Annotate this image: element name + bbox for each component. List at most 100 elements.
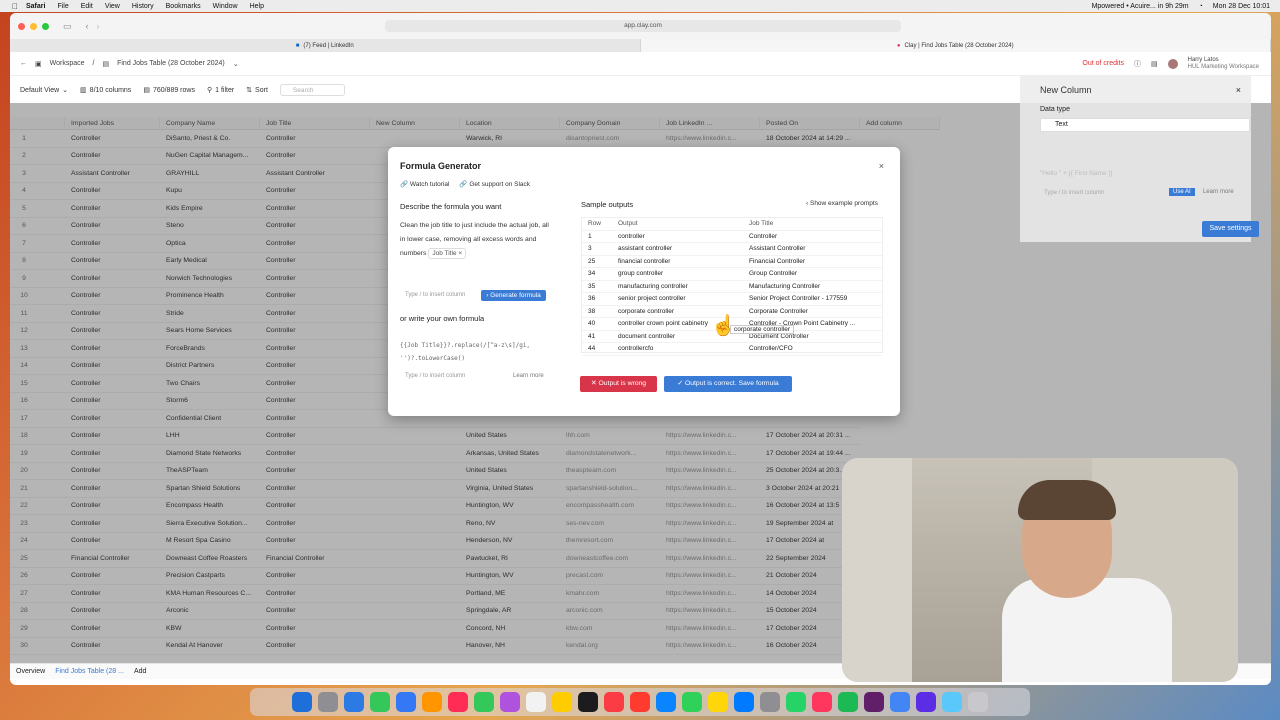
menu-help[interactable]: Help bbox=[250, 3, 264, 10]
formula-input[interactable]: "Hello " + {{ First Name }} bbox=[1040, 170, 1230, 182]
output-wrong-button[interactable]: ✕ Output is wrong bbox=[580, 376, 657, 392]
close-icon[interactable]: × bbox=[1236, 85, 1241, 95]
dock-app-icon[interactable] bbox=[474, 692, 494, 712]
menu-edit[interactable]: Edit bbox=[81, 3, 93, 10]
menu-view[interactable]: View bbox=[105, 3, 120, 10]
menu-app[interactable]: Safari bbox=[26, 3, 45, 10]
menu-bookmarks[interactable]: Bookmarks bbox=[166, 3, 201, 10]
inbox-icon[interactable]: ▤ bbox=[1151, 60, 1158, 68]
dock-app-icon[interactable] bbox=[370, 692, 390, 712]
dock-app-icon[interactable] bbox=[292, 692, 312, 712]
dock-app-icon[interactable] bbox=[708, 692, 728, 712]
user-workspace: HUL Marketing Workspace bbox=[1187, 63, 1259, 70]
rows-button[interactable]: ▤ 760/889 rows bbox=[143, 86, 195, 95]
watch-tutorial-link[interactable]: 🔗 Watch tutorial bbox=[400, 180, 449, 188]
avatar[interactable] bbox=[1167, 58, 1178, 69]
dock-app-icon[interactable] bbox=[552, 692, 572, 712]
sample-row-number: 3 bbox=[588, 245, 592, 253]
sample-job-title: Senior Project Controller - 177559 bbox=[749, 295, 848, 303]
breadcrumb-table[interactable]: Find Jobs Table (28 October 2024) bbox=[117, 60, 225, 67]
back-icon[interactable]: ‹ bbox=[86, 21, 89, 31]
sample-row-number: 1 bbox=[588, 232, 592, 240]
close-window-button[interactable] bbox=[18, 22, 25, 30]
sample-row-number: 44 bbox=[588, 345, 596, 353]
dock-app-icon[interactable] bbox=[318, 692, 338, 712]
tab-linkedin[interactable]: ■ (7) Feed | LinkedIn bbox=[10, 39, 641, 52]
forward-icon[interactable]: › bbox=[97, 21, 100, 31]
sample-row-number: 35 bbox=[588, 282, 596, 290]
dock-app-icon[interactable] bbox=[916, 692, 936, 712]
menu-window[interactable]: Window bbox=[213, 3, 238, 10]
job-title-chip[interactable]: Job Title × bbox=[428, 248, 467, 259]
zoom-window-button[interactable] bbox=[42, 22, 49, 30]
columns-button[interactable]: ▥ 8/10 columns bbox=[80, 86, 131, 95]
help-icon[interactable]: ⓘ bbox=[1134, 59, 1141, 69]
header-output: Output bbox=[618, 220, 638, 228]
credits-status[interactable]: Out of credits bbox=[1082, 60, 1124, 67]
dock-app-icon[interactable] bbox=[734, 692, 754, 712]
dock-app-icon[interactable] bbox=[630, 692, 650, 712]
back-arrow-icon[interactable]: ← bbox=[20, 60, 27, 67]
dock-app-icon[interactable] bbox=[812, 692, 832, 712]
prompt-textarea[interactable]: Clean the job title to just include the … bbox=[400, 219, 550, 287]
save-settings-button[interactable]: Save settings bbox=[1202, 221, 1259, 237]
breadcrumb-workspace[interactable]: Workspace bbox=[50, 60, 85, 67]
wifi-icon[interactable]: ◔ bbox=[1199, 3, 1203, 10]
dock-app-icon[interactable] bbox=[500, 692, 520, 712]
sort-button[interactable]: ⇅ Sort bbox=[246, 86, 268, 95]
close-icon[interactable]: × bbox=[879, 161, 884, 171]
clay-icon: ● bbox=[896, 42, 901, 49]
rows-icon: ▤ bbox=[143, 87, 150, 94]
panel-title: New Column bbox=[1040, 85, 1092, 95]
filter-button[interactable]: ⚲ 1 filter bbox=[207, 86, 235, 95]
modal-title: Formula Generator bbox=[400, 161, 482, 171]
browser-tabs: ■ (7) Feed | LinkedIn ● Clay | Find Jobs T… bbox=[10, 39, 1271, 52]
menu-history[interactable]: History bbox=[132, 3, 154, 10]
dock-app-icon[interactable] bbox=[890, 692, 910, 712]
user-info[interactable]: Harry Latos HUL Marketing Workspace bbox=[1188, 57, 1259, 71]
dock-app-icon[interactable] bbox=[422, 692, 442, 712]
minimize-window-button[interactable] bbox=[30, 22, 37, 30]
filter-label: 1 filter bbox=[215, 86, 235, 94]
view-selector[interactable]: Default View ⌄ bbox=[20, 86, 68, 95]
sidebar-toggle-icon[interactable]: ▭ bbox=[63, 21, 72, 32]
search-input[interactable]: Search bbox=[279, 84, 345, 96]
use-ai-button[interactable]: Use AI bbox=[1169, 188, 1195, 196]
dock-app-icon[interactable] bbox=[838, 692, 858, 712]
apple-icon[interactable]:  bbox=[12, 2, 18, 11]
dock-app-icon[interactable] bbox=[578, 692, 598, 712]
dock-app-icon[interactable] bbox=[656, 692, 676, 712]
table-tab[interactable]: Find Jobs Table (28 ... bbox=[55, 668, 124, 675]
menu-file[interactable]: File bbox=[57, 3, 68, 10]
slack-support-link[interactable]: 🔗 Get support on Slack bbox=[459, 180, 530, 188]
data-type-select[interactable]: Text bbox=[1040, 118, 1250, 132]
save-formula-button[interactable]: ✓ Output is correct. Save formula bbox=[664, 376, 792, 392]
dock-app-icon[interactable] bbox=[448, 692, 468, 712]
dock-app-icon[interactable] bbox=[344, 692, 364, 712]
sample-row: 35 manufacturing controller Manufacturing … bbox=[582, 281, 882, 293]
dock-app-icon[interactable] bbox=[526, 692, 546, 712]
show-prompts-label: Show example prompts bbox=[809, 200, 878, 207]
dock-app-icon[interactable] bbox=[396, 692, 416, 712]
overview-tab[interactable]: Overview bbox=[16, 668, 45, 675]
address-bar[interactable]: app.clay.com bbox=[385, 20, 901, 32]
show-example-prompts-button[interactable]: ‹ Show example prompts bbox=[806, 200, 878, 207]
generate-formula-button[interactable]: › Generate formula bbox=[481, 290, 546, 301]
formula-code-input[interactable]: {{Job Title}}?.replace(/[^a-z\s]/gi, '')… bbox=[400, 339, 550, 369]
add-table-button[interactable]: Add bbox=[134, 668, 146, 675]
status-meeting[interactable]: Mpowered • Acuire... in 9h 29m bbox=[1092, 3, 1189, 10]
insert-hint: Type / to insert column bbox=[405, 292, 466, 298]
tab-clay[interactable]: ● Clay | Find Jobs Table (28 October 2024… bbox=[640, 39, 1271, 52]
dock-app-icon[interactable] bbox=[760, 692, 780, 712]
chevron-down-icon[interactable]: ⌄ bbox=[233, 60, 239, 68]
menubar-clock[interactable]: Mon 28 Dec 10:01 bbox=[1213, 3, 1270, 10]
dock-app-icon[interactable] bbox=[786, 692, 806, 712]
dock-app-icon[interactable] bbox=[968, 692, 988, 712]
dock-app-icon[interactable] bbox=[604, 692, 624, 712]
dock-app-icon[interactable] bbox=[942, 692, 962, 712]
dock-app-icon[interactable] bbox=[682, 692, 702, 712]
learn-more-link[interactable]: Learn more bbox=[513, 373, 544, 379]
dock-app-icon[interactable] bbox=[864, 692, 884, 712]
panel-learn-more[interactable]: Learn more bbox=[1203, 189, 1234, 195]
data-type-label: Data type bbox=[1040, 106, 1070, 113]
